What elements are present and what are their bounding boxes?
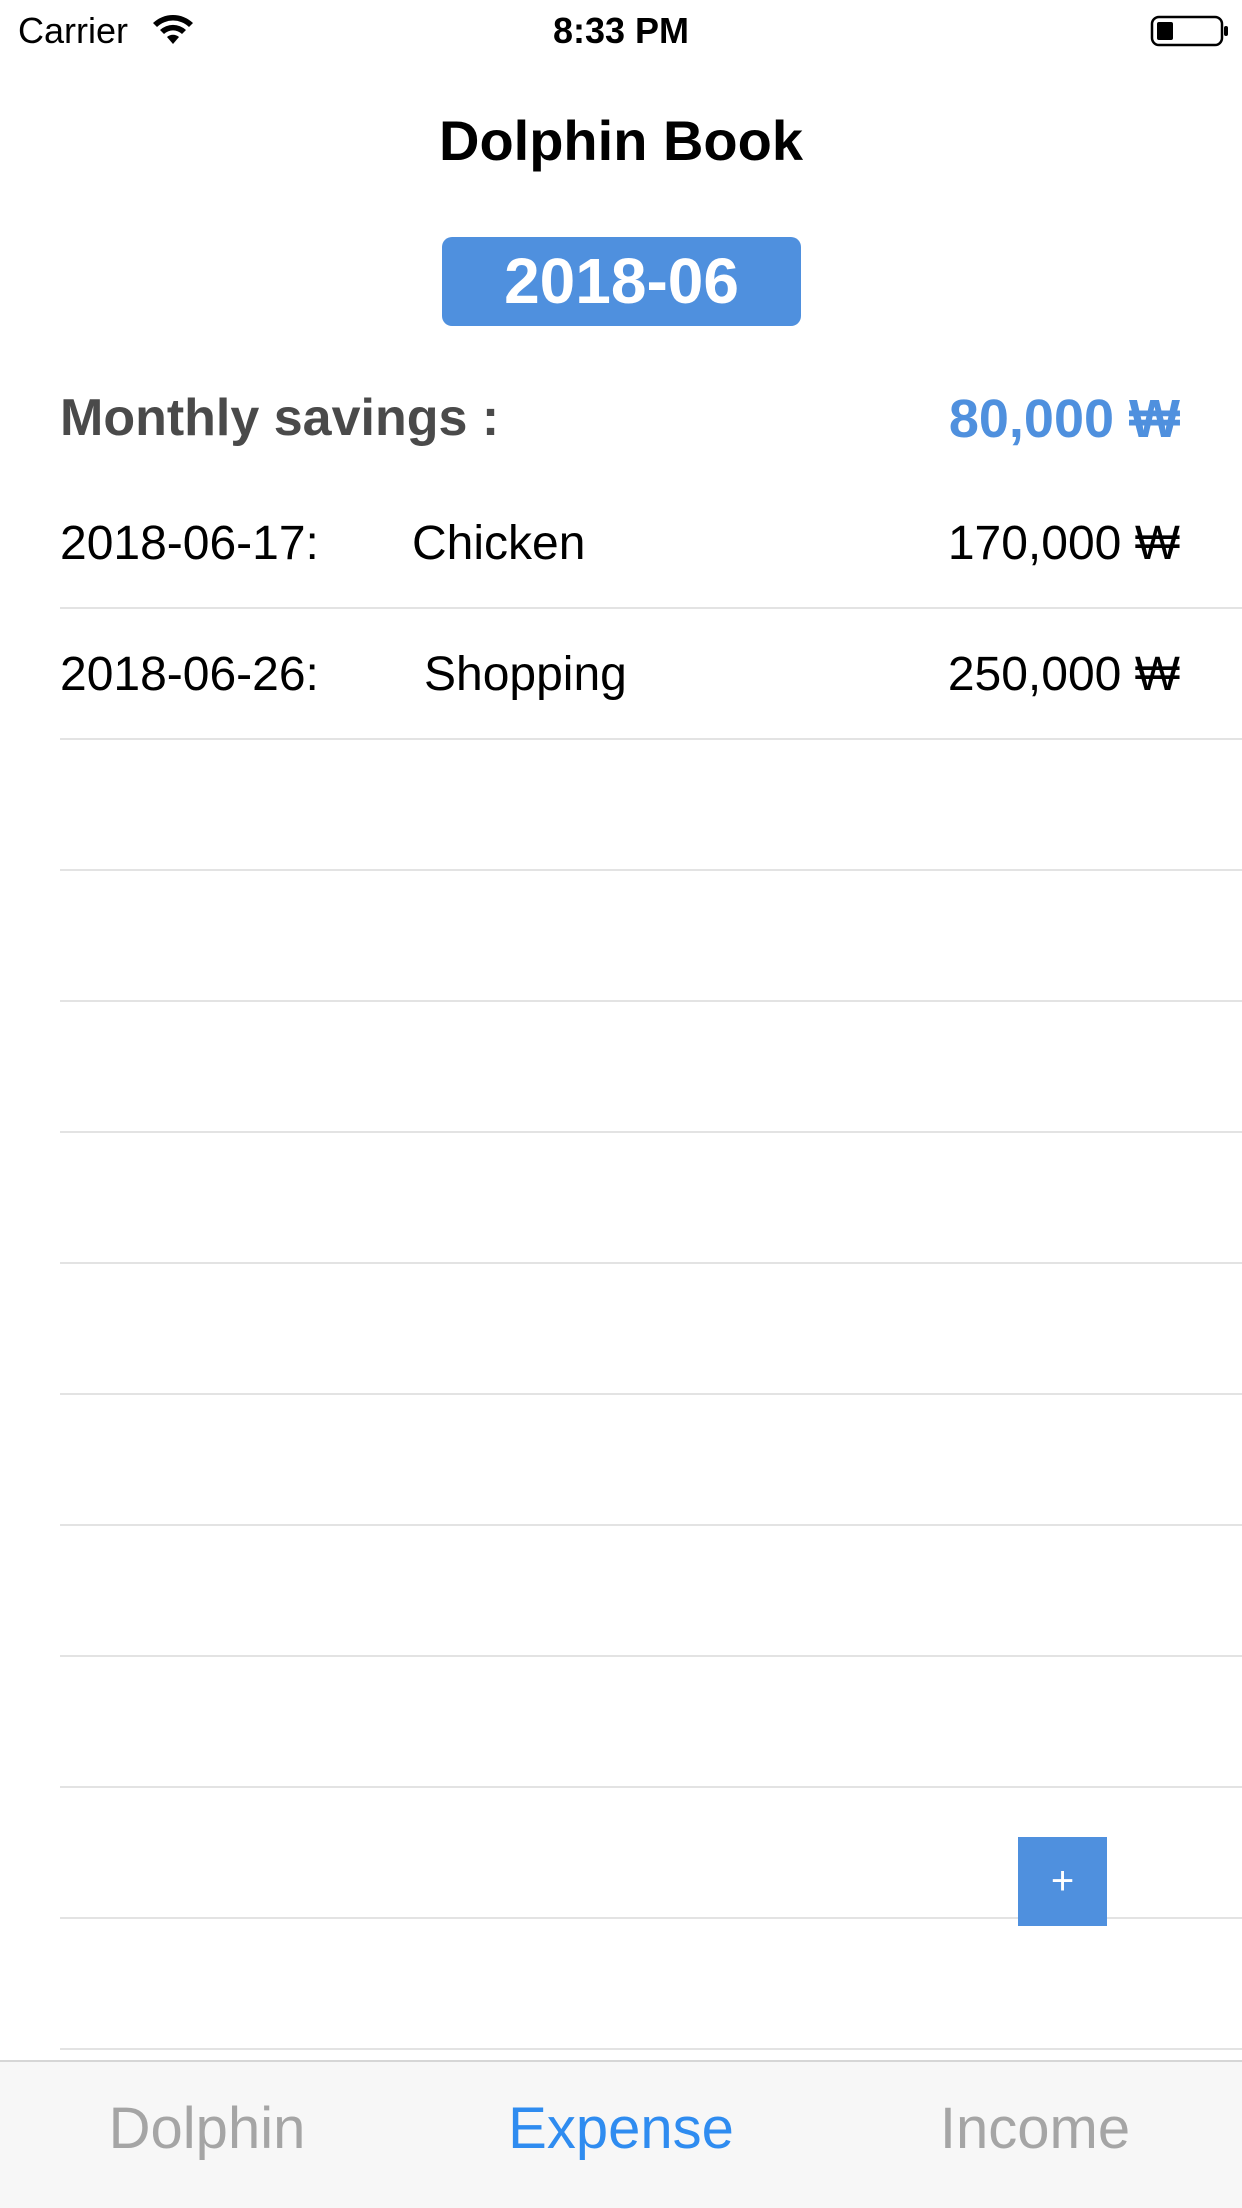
tab-dolphin[interactable]: Dolphin xyxy=(0,2062,414,2208)
battery-icon xyxy=(1150,15,1228,47)
empty-list-row xyxy=(60,740,1242,871)
tab-bar: Dolphin Expense Income xyxy=(0,2060,1242,2208)
expense-amount: 250,000 ₩ xyxy=(947,648,1180,701)
expense-description: Chicken xyxy=(412,517,586,570)
app-screen: Carrier 8:33 PM Dolphin Book 2018-06 Mon… xyxy=(0,0,1242,2208)
month-selector-button[interactable]: 2018-06 xyxy=(442,237,801,326)
tab-expense[interactable]: Expense xyxy=(414,2062,828,2208)
add-expense-button[interactable]: + xyxy=(1018,1837,1107,1926)
page-title: Dolphin Book xyxy=(439,109,803,172)
empty-list-row xyxy=(60,1919,1242,2050)
tab-income[interactable]: Income xyxy=(828,2062,1242,2208)
empty-list-row xyxy=(60,1264,1242,1395)
empty-list-row xyxy=(60,1002,1242,1133)
list-item[interactable]: 2018-06-26: Shopping 250,000 ₩ xyxy=(60,609,1242,740)
empty-list-row xyxy=(60,1657,1242,1788)
expense-list[interactable]: 2018-06-17: Chicken 170,000 ₩ 2018-06-26… xyxy=(60,478,1242,2050)
empty-list-row xyxy=(60,871,1242,1002)
empty-list-row xyxy=(60,1133,1242,1264)
expense-date: 2018-06-17: xyxy=(60,517,319,570)
expense-description: Shopping xyxy=(424,648,627,701)
empty-list-row xyxy=(60,1526,1242,1657)
list-item[interactable]: 2018-06-17: Chicken 170,000 ₩ xyxy=(60,478,1242,609)
empty-list-row xyxy=(60,1395,1242,1526)
monthly-savings-value: 80,000 ₩ xyxy=(948,389,1180,449)
status-bar: Carrier 8:33 PM xyxy=(0,0,1242,62)
expense-amount: 170,000 ₩ xyxy=(947,517,1180,570)
expense-date: 2018-06-26: xyxy=(60,648,319,701)
monthly-savings-label: Monthly savings : xyxy=(60,389,500,447)
status-time: 8:33 PM xyxy=(552,10,690,51)
